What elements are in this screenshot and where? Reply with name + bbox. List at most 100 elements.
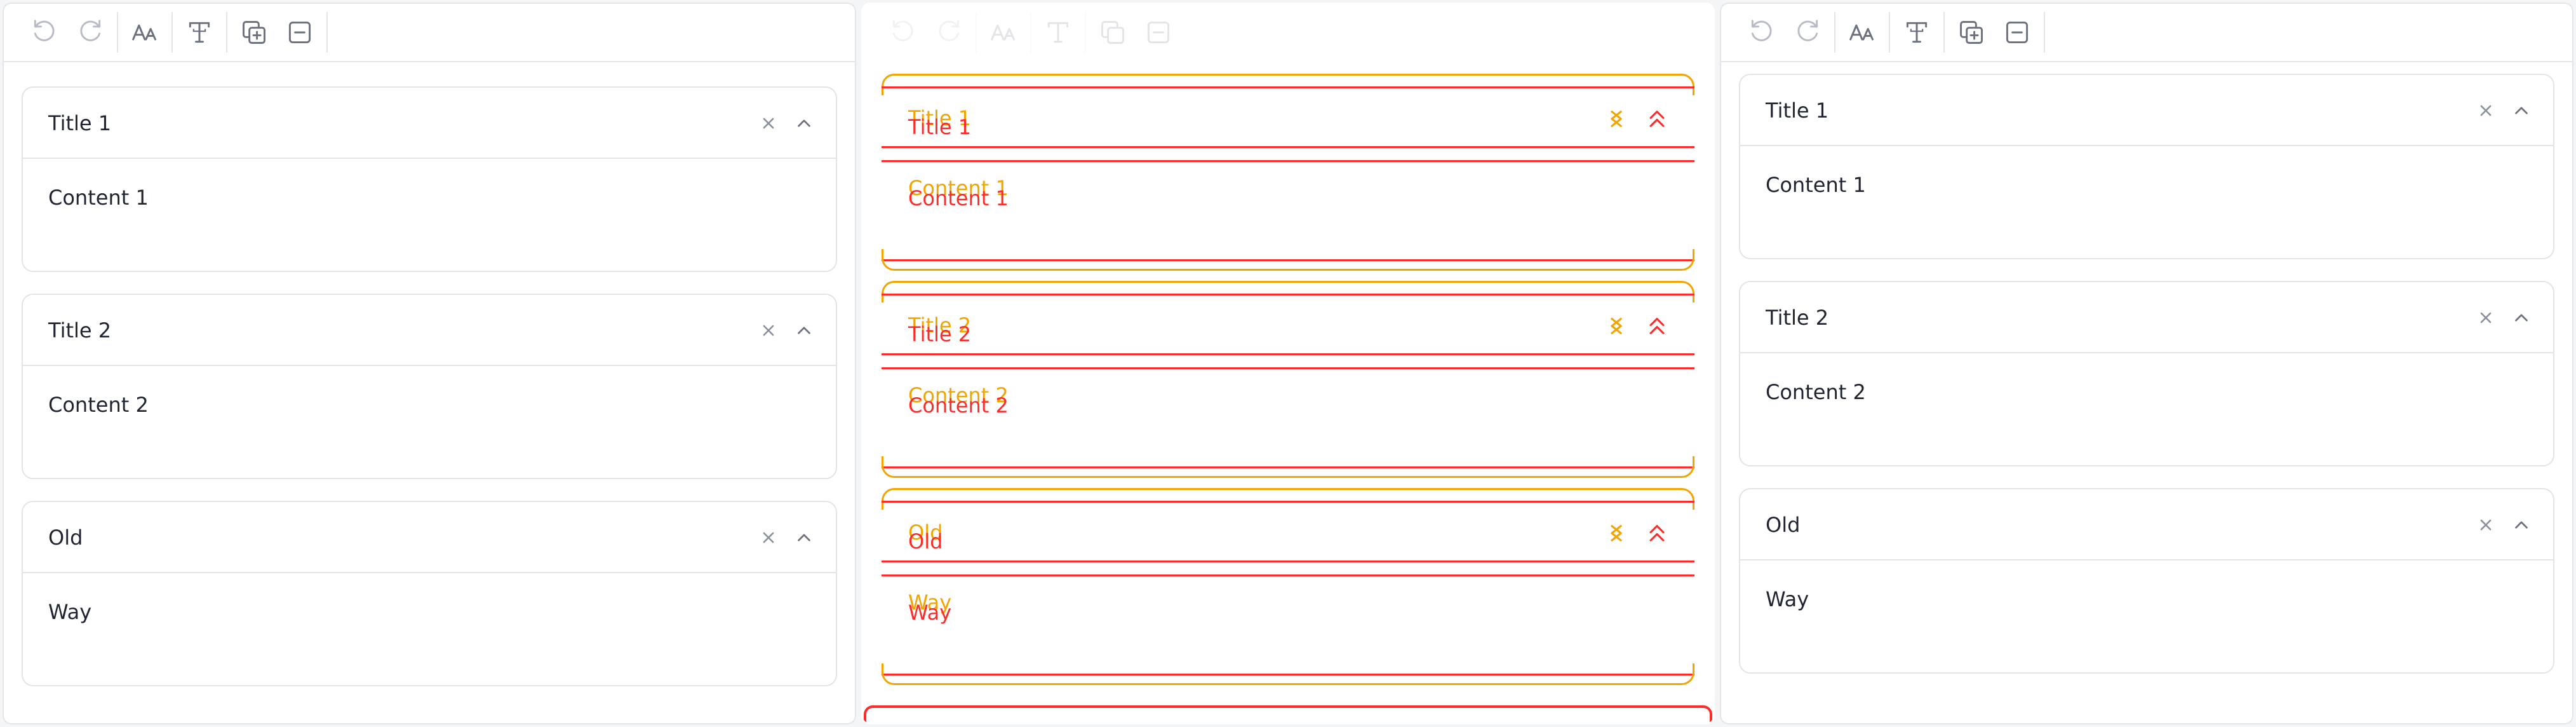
debug-line bbox=[882, 294, 1694, 296]
accordion-header[interactable]: Title 1 bbox=[23, 88, 836, 159]
accordion-header[interactable]: Title 1 bbox=[1740, 75, 2553, 146]
toolbar-divider bbox=[117, 12, 118, 53]
text-style-icon bbox=[189, 22, 210, 43]
close-icon bbox=[1611, 525, 1622, 541]
chevron-up-icon bbox=[2515, 314, 2528, 322]
redo-button[interactable] bbox=[67, 10, 113, 55]
delete-item-button[interactable] bbox=[2472, 511, 2500, 539]
remove-button[interactable] bbox=[277, 10, 323, 55]
debug-line bbox=[882, 501, 1694, 503]
accordion-title[interactable]: Title 1 bbox=[1766, 75, 1828, 146]
accordion-list: Title 1 Content 1 Title 2 Content 2 Old … bbox=[1721, 62, 2572, 723]
editor-card: Title 1 Title 1 Content 1 Content 1 Titl… bbox=[861, 3, 1715, 724]
remove-button[interactable] bbox=[1994, 10, 2040, 55]
debug-outline-top bbox=[882, 74, 1694, 95]
accordion-title[interactable]: Title 2 bbox=[48, 295, 111, 366]
accordion-header[interactable]: Old bbox=[1740, 489, 2553, 561]
chevron-up-icon bbox=[1649, 111, 1665, 127]
text-style-button[interactable] bbox=[1894, 10, 1940, 55]
duplicate-icon bbox=[1101, 21, 1124, 44]
debug-outline-bottom bbox=[882, 456, 1694, 478]
font-size-button[interactable] bbox=[122, 10, 168, 55]
accordion-item: Old Way bbox=[1739, 488, 2554, 674]
font-size-icon bbox=[1849, 24, 1874, 41]
collapse-button[interactable] bbox=[2507, 304, 2535, 332]
remove-icon bbox=[2006, 21, 2029, 44]
debug-line bbox=[882, 160, 1694, 162]
collapse-button[interactable] bbox=[2507, 511, 2535, 539]
collapse-button[interactable] bbox=[790, 316, 818, 344]
toolbar-divider bbox=[171, 12, 173, 53]
text-style-button[interactable] bbox=[1035, 10, 1081, 55]
accordion-header[interactable]: Title 2 bbox=[23, 295, 836, 366]
accordion-actions bbox=[2472, 75, 2535, 146]
debug-actions bbox=[1606, 315, 1668, 337]
accordion-content[interactable]: Way bbox=[48, 573, 91, 651]
editor-toolbar bbox=[4, 4, 855, 62]
accordion-content[interactable]: Way bbox=[1766, 561, 1809, 638]
undo-button[interactable] bbox=[1739, 10, 1785, 55]
accordion-actions bbox=[755, 502, 818, 573]
toolbar-divider bbox=[1943, 12, 1945, 53]
debug-line bbox=[882, 146, 1694, 148]
toolbar-divider bbox=[1834, 12, 1835, 53]
accordion-actions bbox=[2472, 489, 2535, 561]
debug-title: Title 1 bbox=[908, 115, 972, 139]
undo-icon bbox=[892, 20, 913, 41]
delete-item-button[interactable] bbox=[2472, 97, 2500, 125]
toolbar-divider bbox=[1085, 12, 1086, 53]
duplicate-button[interactable] bbox=[1090, 10, 1136, 55]
toolbar-divider bbox=[226, 12, 227, 53]
accordion-actions bbox=[755, 295, 818, 366]
delete-item-button[interactable] bbox=[755, 109, 782, 137]
duplicate-button[interactable] bbox=[1949, 10, 1994, 55]
toolbar-divider bbox=[976, 12, 977, 53]
accordion-list: Title 1 Content 1 Title 2 Content 2 Old … bbox=[4, 62, 855, 723]
collapse-button[interactable] bbox=[790, 524, 818, 552]
redo-button[interactable] bbox=[926, 10, 972, 55]
accordion-content[interactable]: Content 1 bbox=[1766, 146, 1866, 224]
collapse-button[interactable] bbox=[790, 109, 818, 137]
remove-button[interactable] bbox=[1136, 10, 1181, 55]
editor-toolbar bbox=[1721, 4, 2572, 62]
font-size-icon bbox=[991, 24, 1015, 41]
chevron-up-icon bbox=[1649, 525, 1665, 541]
undo-icon bbox=[1751, 20, 1772, 41]
font-size-button[interactable] bbox=[981, 10, 1026, 55]
accordion-item: Old Way bbox=[22, 501, 837, 686]
delete-item-button[interactable] bbox=[755, 524, 782, 552]
redo-icon bbox=[939, 20, 960, 41]
debug-outline-bottom bbox=[882, 663, 1694, 685]
accordion-header[interactable]: Title 2 bbox=[1740, 282, 2553, 353]
accordion-title[interactable]: Title 1 bbox=[48, 88, 111, 159]
accordion-header[interactable]: Old bbox=[23, 502, 836, 573]
duplicate-icon bbox=[1960, 21, 1983, 44]
undo-button[interactable] bbox=[880, 10, 926, 55]
debug-line bbox=[882, 561, 1694, 562]
accordion-item: Title 1 Content 1 bbox=[22, 86, 837, 272]
duplicate-button[interactable] bbox=[231, 10, 277, 55]
duplicate-icon bbox=[243, 21, 265, 44]
redo-button[interactable] bbox=[1785, 10, 1830, 55]
accordion-title[interactable]: Title 2 bbox=[1766, 282, 1828, 353]
accordion-content[interactable]: Content 2 bbox=[1766, 353, 1866, 431]
text-style-icon bbox=[1906, 22, 1928, 43]
accordion-content[interactable]: Content 1 bbox=[48, 159, 149, 236]
accordion-title[interactable]: Old bbox=[48, 502, 83, 573]
delete-item-button[interactable] bbox=[755, 316, 782, 344]
collapse-button[interactable] bbox=[2507, 97, 2535, 125]
chevron-up-icon bbox=[798, 119, 810, 127]
remove-icon bbox=[288, 21, 311, 44]
accordion-item: Title 2 Content 2 bbox=[22, 294, 837, 479]
delete-item-button[interactable] bbox=[2472, 304, 2500, 332]
undo-button[interactable] bbox=[22, 10, 67, 55]
accordion-title[interactable]: Old bbox=[1766, 489, 1800, 561]
debug-actions bbox=[1606, 522, 1668, 544]
font-size-button[interactable] bbox=[1839, 10, 1885, 55]
debug-outline-top bbox=[882, 488, 1694, 510]
chevron-up-icon bbox=[2515, 107, 2528, 114]
redo-icon bbox=[1797, 20, 1818, 41]
accordion-content[interactable]: Content 2 bbox=[48, 366, 149, 444]
debug-accordion-item: Title 2 Title 2 Content 2 Content 2 bbox=[882, 281, 1694, 478]
text-style-button[interactable] bbox=[177, 10, 222, 55]
